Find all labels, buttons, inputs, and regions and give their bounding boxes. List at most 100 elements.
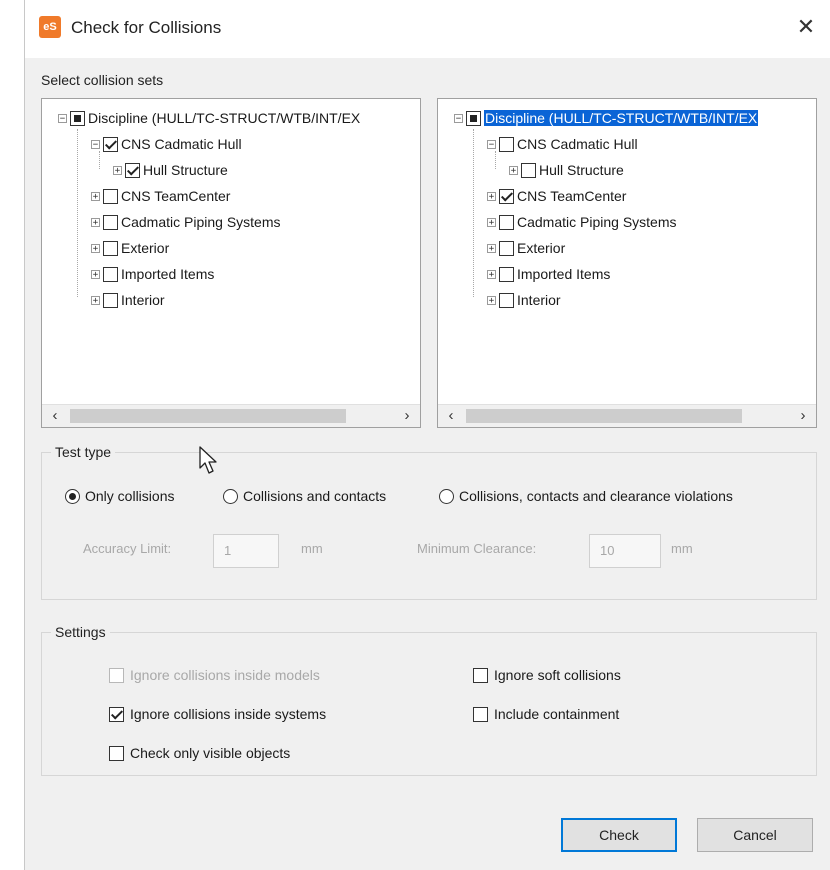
scroll-right-icon[interactable]: › [792,405,814,427]
horizontal-scrollbar[interactable]: ‹ › [438,404,816,427]
ignore-soft-collisions-checkbox[interactable]: Ignore soft collisions [473,667,621,683]
tree-node-cns-teamcenter[interactable]: + CNS TeamCenter [91,185,230,207]
hull-structure-checkbox[interactable] [125,162,140,178]
checkbox-label: Ignore soft collisions [494,667,621,683]
clearance-unit-label: mm [671,541,693,556]
root-checkbox[interactable] [70,110,85,126]
interior-checkbox[interactable] [499,292,514,308]
checkbox[interactable] [109,706,124,722]
tree-node-interior[interactable]: + Interior [487,289,561,311]
horizontal-scrollbar[interactable]: ‹ › [42,404,420,427]
radio-label: Only collisions [85,488,175,504]
tree-node-cadmatic-piping-systems[interactable]: + Cadmatic Piping Systems [487,211,677,233]
scroll-thumb[interactable] [70,409,346,423]
check-button[interactable]: Check [561,818,677,852]
right-collision-tree[interactable]: − Discipline (HULL/TC-STRUCT/WTB/INT/EX … [437,98,817,428]
checkbox-label: Include containment [494,706,620,722]
title-bar: eS Check for Collisions ✕ [25,0,830,58]
collapse-icon[interactable]: − [91,139,100,149]
accuracy-limit-field[interactable]: 1 [213,534,279,568]
minimum-clearance-field[interactable]: 10 [589,534,661,568]
tree-node-imported-items[interactable]: + Imported Items [91,263,214,285]
cns-cadmatic-hull-checkbox[interactable] [103,136,118,152]
ignore-inside-models-checkbox[interactable]: Ignore collisions inside models [109,667,320,683]
exterior-checkbox[interactable] [499,240,514,256]
exterior-checkbox[interactable] [103,240,118,256]
tree-node-root[interactable]: − Discipline (HULL/TC-STRUCT/WTB/INT/EX [58,107,360,129]
checkbox-label: Ignore collisions inside models [130,667,320,683]
expand-icon[interactable]: + [91,243,100,253]
checkbox[interactable] [473,667,488,683]
accuracy-limit-label: Accuracy Limit: [83,541,172,556]
collapse-icon[interactable]: − [487,139,496,149]
tree-node-hull-structure[interactable]: + Hull Structure [113,159,228,181]
tree-node-label: Imported Items [121,266,215,282]
cns-teamcenter-checkbox[interactable] [103,188,118,204]
tree-node-label: CNS Cadmatic Hull [121,136,242,152]
close-icon[interactable]: ✕ [791,12,821,42]
radio-button-selected[interactable] [65,488,80,504]
tree-node-label-selected: Discipline (HULL/TC-STRUCT/WTB/INT/EX [484,110,759,126]
tree-node-root[interactable]: − Discipline (HULL/TC-STRUCT/WTB/INT/EX [454,107,759,129]
tree-node-interior[interactable]: + Interior [91,289,165,311]
expand-icon[interactable]: + [487,191,496,201]
tree-node-label: Cadmatic Piping Systems [517,214,677,230]
checkbox[interactable] [109,667,124,683]
tree-node-label: Imported Items [517,266,611,282]
collapse-icon[interactable]: − [454,113,463,123]
scroll-left-icon[interactable]: ‹ [44,405,66,427]
cadmatic-piping-systems-checkbox[interactable] [103,214,118,230]
cadmatic-piping-systems-checkbox[interactable] [499,214,514,230]
scroll-thumb[interactable] [466,409,742,423]
expand-icon[interactable]: + [91,269,100,279]
expand-icon[interactable]: + [91,191,100,201]
imported-items-checkbox[interactable] [103,266,118,282]
checkbox[interactable] [473,706,488,722]
expand-icon[interactable]: + [113,165,122,175]
tree-node-cadmatic-piping-systems[interactable]: + Cadmatic Piping Systems [91,211,281,233]
imported-items-checkbox[interactable] [499,266,514,282]
test-type-label: Test type [51,444,116,460]
radio-only-collisions[interactable]: Only collisions [65,488,174,504]
root-checkbox[interactable] [466,110,481,126]
tree-node-label: CNS TeamCenter [517,188,627,204]
expand-icon[interactable]: + [487,269,496,279]
radio-button[interactable] [223,488,238,504]
scroll-right-icon[interactable]: › [396,405,418,427]
tree-node-label: Hull Structure [143,162,228,178]
scroll-left-icon[interactable]: ‹ [440,405,462,427]
tree-node-cns-cadmatic-hull[interactable]: − CNS Cadmatic Hull [487,133,638,155]
check-for-collisions-dialog: eS Check for Collisions ✕ Select collisi… [24,0,830,870]
interior-checkbox[interactable] [103,292,118,308]
tree-node-label: Interior [517,292,561,308]
expand-icon[interactable]: + [509,165,518,175]
cns-teamcenter-checkbox[interactable] [499,188,514,204]
tree-node-imported-items[interactable]: + Imported Items [487,263,610,285]
cancel-button[interactable]: Cancel [697,818,813,852]
expand-icon[interactable]: + [487,243,496,253]
expand-icon[interactable]: + [91,217,100,227]
radio-collisions-contacts-clearance[interactable]: Collisions, contacts and clearance viola… [439,488,733,504]
tree-node-hull-structure[interactable]: + Hull Structure [509,159,624,181]
tree-node-exterior[interactable]: + Exterior [487,237,565,259]
test-type-group [41,452,817,600]
check-only-visible-checkbox[interactable]: Check only visible objects [109,745,290,761]
expand-icon[interactable]: + [91,295,100,305]
radio-label: Collisions and contacts [243,488,387,504]
radio-button[interactable] [439,488,454,504]
ignore-inside-systems-checkbox[interactable]: Ignore collisions inside systems [109,706,326,722]
checkbox-label: Check only visible objects [130,745,291,761]
cns-cadmatic-hull-checkbox[interactable] [499,136,514,152]
hull-structure-checkbox[interactable] [521,162,536,178]
tree-node-cns-teamcenter[interactable]: + CNS TeamCenter [487,185,626,207]
left-collision-tree[interactable]: − Discipline (HULL/TC-STRUCT/WTB/INT/EX … [41,98,421,428]
include-containment-checkbox[interactable]: Include containment [473,706,619,722]
expand-icon[interactable]: + [487,217,496,227]
checkbox[interactable] [109,745,124,761]
tree-node-exterior[interactable]: + Exterior [91,237,169,259]
right-tree-content: − Discipline (HULL/TC-STRUCT/WTB/INT/EX … [438,103,816,399]
expand-icon[interactable]: + [487,295,496,305]
collapse-icon[interactable]: − [58,113,67,123]
radio-collisions-and-contacts[interactable]: Collisions and contacts [223,488,386,504]
tree-node-cns-cadmatic-hull[interactable]: − CNS Cadmatic Hull [91,133,242,155]
